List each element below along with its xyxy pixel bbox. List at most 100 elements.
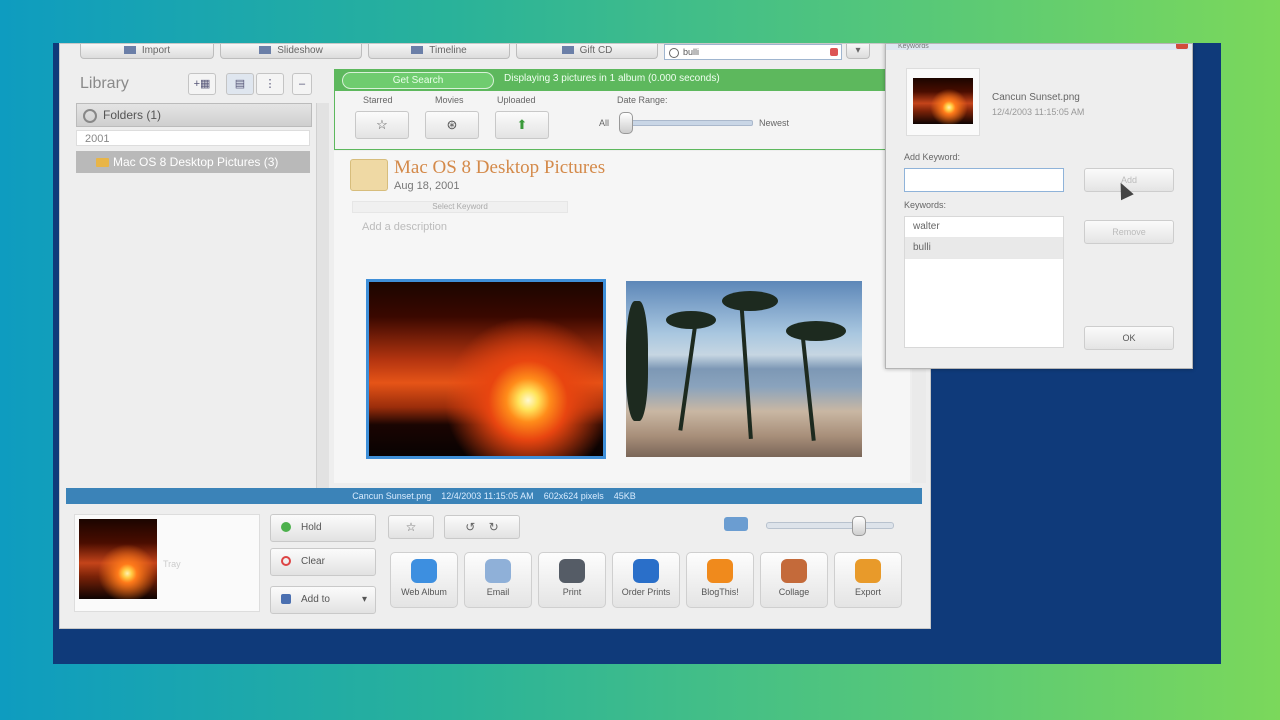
action-icon xyxy=(485,559,511,583)
action-label: Collage xyxy=(778,587,810,597)
dialog-file-name: Cancun Sunset.png xyxy=(992,92,1080,103)
action-icon xyxy=(707,559,733,583)
folder-icon xyxy=(96,158,109,168)
clear-button[interactable]: Clear xyxy=(270,548,376,576)
action-label: Order Prints xyxy=(621,587,671,597)
flat-view-icon[interactable]: ▤ xyxy=(226,73,254,95)
palm-left-foliage xyxy=(626,301,648,421)
slideshow-button[interactable]: Slideshow xyxy=(220,44,362,59)
date-range-label: Date Range: xyxy=(617,95,668,105)
star-icon: ☆ xyxy=(376,117,388,132)
search-icon xyxy=(669,47,679,58)
action-label: Web Album xyxy=(401,587,447,597)
action-button[interactable]: BlogThis! xyxy=(686,552,754,608)
add-keyword-input[interactable] xyxy=(904,168,1064,192)
album-date: Aug 18, 2001 xyxy=(394,180,460,192)
action-button[interactable]: Order Prints xyxy=(612,552,680,608)
picasa-window: Import Slideshow Timeline Gift CD bulli … xyxy=(59,43,931,629)
keyword-item[interactable]: walter xyxy=(905,217,1063,238)
palm-trunk xyxy=(678,321,698,431)
close-icon[interactable] xyxy=(1176,44,1188,49)
album-folder-icon xyxy=(350,159,388,191)
date-newest-label: Newest xyxy=(759,118,790,128)
upload-arrow-icon: ⬆ xyxy=(516,117,528,132)
desktop: Import Slideshow Timeline Gift CD bulli … xyxy=(53,43,1221,664)
add-description-field[interactable]: Add a description xyxy=(362,221,447,233)
action-label: Export xyxy=(854,587,881,597)
palm-crown xyxy=(722,291,778,311)
dialog-thumbnail-frame xyxy=(906,68,980,136)
keyword-item[interactable]: bulli xyxy=(905,238,1063,259)
remove-keyword-button[interactable]: Remove xyxy=(1084,220,1174,244)
magnifier-icon xyxy=(83,108,97,123)
select-keyword-field[interactable]: Select Keyword xyxy=(352,201,568,213)
tray-label: Tray xyxy=(163,559,181,569)
zoom-icon xyxy=(724,517,748,531)
action-button[interactable]: Export xyxy=(834,552,902,608)
starred-filter-button[interactable]: ☆ xyxy=(355,111,409,139)
collapse-icon[interactable]: – xyxy=(292,73,312,95)
keywords-list[interactable]: walter bulli xyxy=(904,216,1064,348)
action-button[interactable]: Email xyxy=(464,552,532,608)
rotate-left-icon[interactable]: ↺ xyxy=(465,520,475,534)
album-title[interactable]: Mac OS 8 Desktop Pictures xyxy=(394,157,605,179)
clear-icon xyxy=(281,556,291,567)
rotate-buttons[interactable]: ↺ ↻ xyxy=(444,515,520,539)
action-button[interactable]: Print xyxy=(538,552,606,608)
date-range-slider[interactable] xyxy=(619,112,633,134)
photo-palm-beach[interactable] xyxy=(626,281,862,457)
clear-search-icon[interactable] xyxy=(830,48,838,56)
palm-trunk xyxy=(739,299,753,439)
action-label: Print xyxy=(562,587,582,597)
keywords-dialog: Keywords Cancun Sunset.png 12/4/2003 11:… xyxy=(885,43,1193,369)
uploaded-filter-button[interactable]: ⬆ xyxy=(495,111,549,139)
slideshow-icon xyxy=(259,46,272,55)
action-button[interactable]: Collage xyxy=(760,552,828,608)
photo-cancun-sunset[interactable] xyxy=(366,279,606,459)
tray-thumbnail[interactable] xyxy=(79,519,157,599)
gift-cd-button[interactable]: Gift CD xyxy=(516,44,658,59)
cd-icon xyxy=(561,46,574,55)
chevron-down-icon: ▾ xyxy=(361,594,367,605)
folder-item[interactable]: Mac OS 8 Desktop Pictures (3) xyxy=(76,151,310,173)
import-button[interactable]: Import xyxy=(80,44,214,59)
movies-filter-button[interactable]: ⊛ xyxy=(425,111,479,139)
film-reel-icon: ⊛ xyxy=(446,117,458,132)
album-icon xyxy=(281,594,291,605)
search-results-bar: Get Search Displaying 3 pictures in 1 al… xyxy=(334,69,930,91)
get-search-button[interactable]: Get Search xyxy=(342,72,494,89)
filter-panel: Starred Movies Uploaded ☆ ⊛ ⬆ Date Range… xyxy=(334,91,930,150)
tree-view-icon[interactable]: ⋮ xyxy=(256,73,284,95)
folders-header[interactable]: Folders (1) xyxy=(76,103,312,127)
star-button[interactable]: ☆ xyxy=(388,515,434,539)
action-icon xyxy=(411,559,437,583)
library-scrollbar[interactable] xyxy=(316,103,329,489)
action-icon xyxy=(781,559,807,583)
rotate-right-icon[interactable]: ↻ xyxy=(489,520,499,534)
dialog-title: Keywords xyxy=(886,44,1192,50)
year-group[interactable]: 2001 xyxy=(76,130,310,146)
star-icon: ☆ xyxy=(405,520,417,534)
action-icon xyxy=(633,559,659,583)
photo-tray: Tray xyxy=(74,514,260,612)
date-range-track[interactable] xyxy=(625,120,753,126)
import-icon xyxy=(123,46,136,55)
timeline-button[interactable]: Timeline xyxy=(368,44,510,59)
timeline-icon xyxy=(411,46,424,55)
dialog-thumbnail xyxy=(913,78,973,124)
zoom-track[interactable] xyxy=(766,522,894,529)
ok-button[interactable]: OK xyxy=(1084,326,1174,350)
add-to-button[interactable]: Add to ▾ xyxy=(270,586,376,614)
date-all-label: All xyxy=(599,118,610,128)
action-button[interactable]: Web Album xyxy=(390,552,458,608)
hold-button[interactable]: Hold xyxy=(270,514,376,542)
palm-trunk xyxy=(800,331,816,441)
action-label: BlogThis! xyxy=(701,587,739,597)
photo-status-bar: Cancun Sunset.png 12/4/2003 11:15:05 AM … xyxy=(66,488,922,504)
search-input[interactable]: bulli xyxy=(664,44,842,60)
action-icon xyxy=(559,559,585,583)
palm-crown xyxy=(786,321,846,341)
add-folder-icon[interactable]: +▦ xyxy=(188,73,216,95)
search-options-button[interactable]: ▾ xyxy=(846,44,870,59)
zoom-slider[interactable] xyxy=(852,516,866,536)
